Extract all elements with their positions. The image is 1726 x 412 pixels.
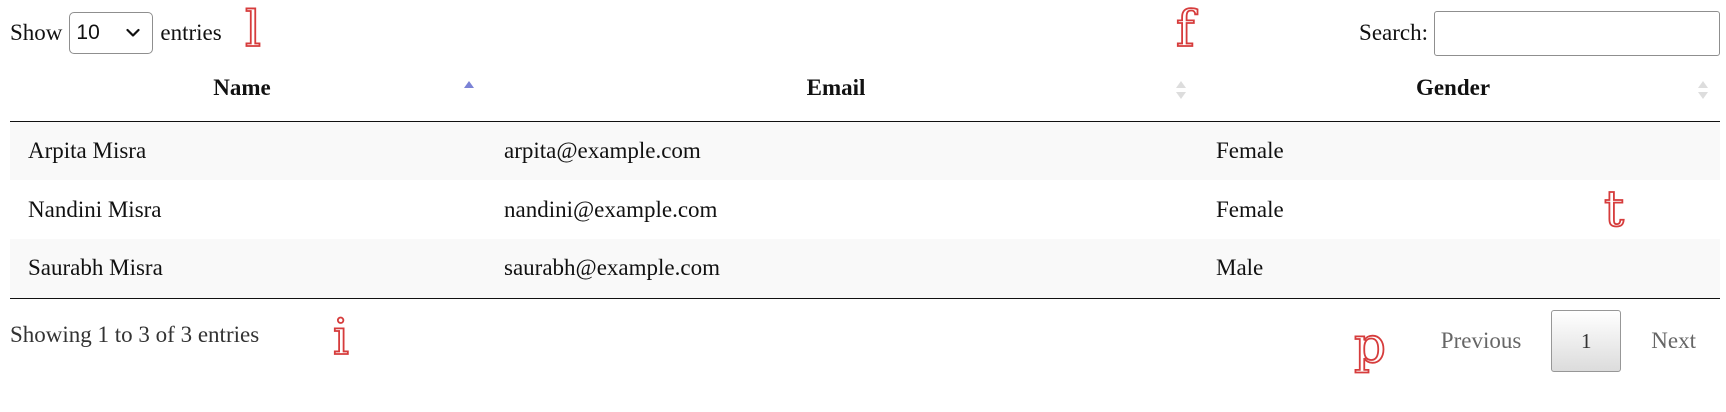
length-marker-letter: l bbox=[244, 0, 262, 58]
entries-per-page-select[interactable]: 10 bbox=[69, 12, 154, 54]
table-row: Nandini Misra nandini@example.com Female bbox=[10, 180, 1720, 239]
table-marker-letter: t bbox=[1603, 180, 1625, 238]
cell-gender: Male bbox=[1198, 239, 1720, 299]
chevron-down-icon bbox=[126, 28, 141, 37]
table-row: Saurabh Misra saurabh@example.com Male bbox=[10, 239, 1720, 299]
pagination: Previous 1 Next bbox=[1417, 310, 1720, 372]
search-control: Search: bbox=[1359, 10, 1720, 56]
cell-email: nandini@example.com bbox=[504, 196, 718, 222]
info-marker-letter: i bbox=[332, 308, 350, 366]
table-info: Showing 1 to 3 of 3 entries bbox=[10, 322, 260, 347]
entries-per-page-value: 10 bbox=[76, 21, 100, 44]
cell-email: saurabh@example.com bbox=[486, 239, 1198, 299]
sort-asc-icon bbox=[464, 81, 474, 88]
column-header-gender[interactable]: Gender bbox=[1198, 64, 1720, 122]
entries-length-control: Show 10 entries bbox=[10, 10, 222, 56]
cell-gender: Female bbox=[1198, 121, 1720, 180]
sort-both-icon bbox=[1176, 81, 1186, 99]
table-row: Arpita Misra arpita@example.com Female bbox=[10, 121, 1720, 180]
cell-name: Saurabh Misra bbox=[10, 239, 486, 299]
entries-label: entries bbox=[160, 20, 222, 45]
data-table: Name Email Gender Arpita Misra arpita@ex… bbox=[10, 64, 1720, 299]
search-input[interactable] bbox=[1434, 10, 1720, 56]
column-header-label: Email bbox=[806, 75, 866, 101]
datatable-wrapper: Show 10 entries l f Search: Name Email G… bbox=[0, 0, 1726, 412]
top-controls: Show 10 entries l f Search: bbox=[10, 3, 1720, 56]
previous-button[interactable]: Previous bbox=[1417, 310, 1546, 372]
search-marker-letter: f bbox=[1175, 0, 1195, 58]
cell-email: arpita@example.com bbox=[486, 121, 1198, 180]
column-header-email[interactable]: Email bbox=[486, 64, 1198, 122]
pagination-marker-letter: p bbox=[1353, 316, 1387, 374]
sort-both-icon bbox=[1698, 81, 1708, 99]
show-label: Show bbox=[10, 20, 63, 45]
page-1-button[interactable]: 1 bbox=[1551, 310, 1622, 372]
cell-name: Arpita Misra bbox=[10, 121, 486, 180]
column-header-name[interactable]: Name bbox=[10, 64, 486, 122]
table-header-row: Name Email Gender bbox=[10, 64, 1720, 122]
next-button[interactable]: Next bbox=[1627, 310, 1720, 372]
cell-name: Nandini Misra bbox=[28, 196, 162, 222]
table-footer: Showing 1 to 3 of 3 entries i p Previous… bbox=[10, 304, 1720, 380]
column-header-label: Gender bbox=[1415, 75, 1491, 101]
search-label: Search: bbox=[1359, 20, 1428, 45]
column-header-label: Name bbox=[213, 75, 271, 101]
cell-gender: Female bbox=[1216, 196, 1284, 222]
